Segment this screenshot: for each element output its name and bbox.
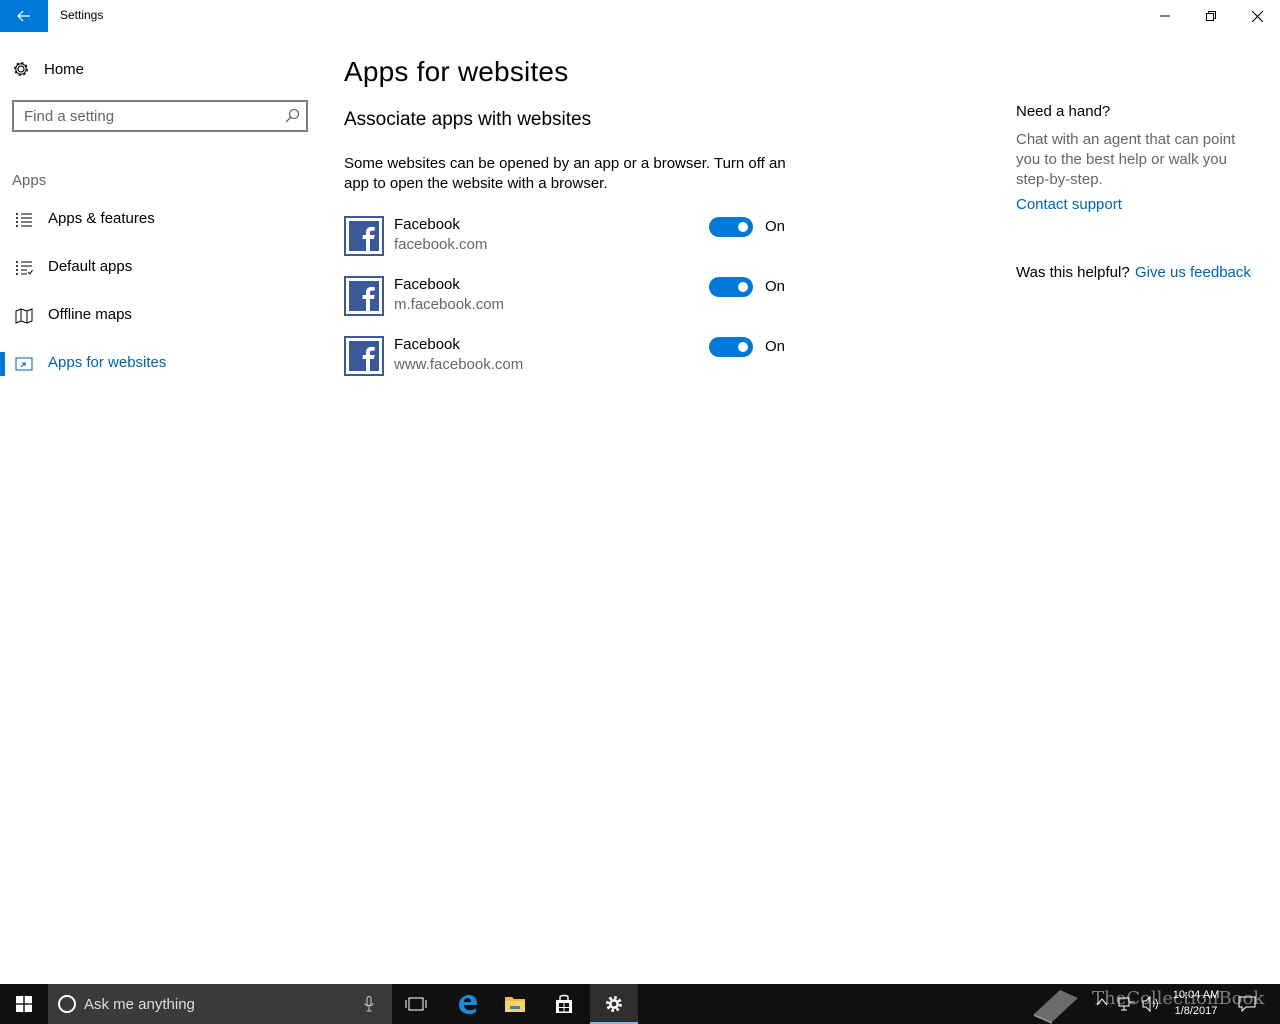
app-name: Facebook bbox=[394, 216, 460, 233]
minimize-icon bbox=[1160, 15, 1170, 17]
book-watermark-icon bbox=[1034, 990, 1078, 1024]
folder-icon bbox=[505, 997, 525, 1012]
back-button[interactable] bbox=[0, 0, 48, 32]
settings-gear-icon bbox=[606, 996, 622, 1012]
network-icon[interactable] bbox=[1118, 996, 1136, 1012]
map-icon bbox=[15, 308, 33, 324]
toggle-knob bbox=[738, 282, 748, 292]
restore-button[interactable] bbox=[1188, 0, 1234, 32]
sidebar-item-label: Apps for websites bbox=[48, 354, 167, 371]
sidebar: Home Apps Apps & features Default apps O… bbox=[0, 32, 320, 984]
back-arrow-icon bbox=[17, 10, 30, 22]
taskbar: TheCollectionBook 10:04 AM 1/8/2017 bbox=[0, 984, 1280, 1024]
facebook-icon bbox=[344, 216, 384, 256]
sidebar-item-label: Offline maps bbox=[48, 306, 132, 323]
toggle-switch[interactable] bbox=[709, 277, 753, 297]
help-title: Need a hand? bbox=[1016, 103, 1111, 120]
close-button[interactable] bbox=[1234, 0, 1280, 32]
clock-time: 10:04 AM bbox=[1172, 989, 1220, 1001]
cortana-input[interactable] bbox=[84, 995, 344, 1013]
windows-logo-icon bbox=[16, 996, 32, 1012]
page-title: Apps for websites bbox=[344, 56, 569, 87]
cortana-search-box[interactable] bbox=[48, 984, 392, 1024]
search-box[interactable] bbox=[12, 100, 308, 132]
active-indicator bbox=[0, 352, 5, 376]
app-row: Facebook www.facebook.com On bbox=[344, 336, 804, 384]
home-label: Home bbox=[44, 60, 85, 78]
app-row: Facebook facebook.com On bbox=[344, 216, 804, 264]
volume-icon[interactable] bbox=[1142, 996, 1160, 1012]
action-center-icon[interactable] bbox=[1238, 996, 1256, 1012]
window-title: Settings bbox=[60, 8, 104, 22]
file-explorer-button[interactable] bbox=[491, 984, 539, 1024]
toggle-switch[interactable] bbox=[709, 217, 753, 237]
sidebar-item-apps-features[interactable]: Apps & features bbox=[0, 200, 320, 240]
helpful-label: Was this helpful? bbox=[1016, 264, 1130, 281]
section-subtitle: Associate apps with websites bbox=[344, 109, 592, 130]
section-label: Apps bbox=[12, 172, 47, 189]
minimize-button[interactable] bbox=[1142, 0, 1188, 32]
apps-websites-icon bbox=[15, 357, 33, 371]
toggle-label: On bbox=[765, 338, 786, 355]
contact-support-link[interactable]: Contact support bbox=[1016, 196, 1122, 213]
edge-icon bbox=[459, 995, 477, 1014]
app-url: facebook.com bbox=[394, 236, 488, 253]
search-icon bbox=[285, 108, 300, 123]
toggle-knob bbox=[738, 222, 748, 232]
default-apps-icon bbox=[16, 261, 33, 275]
search-input[interactable] bbox=[24, 107, 274, 125]
restore-icon bbox=[1206, 11, 1216, 21]
toggle-knob bbox=[738, 342, 748, 352]
gear-icon bbox=[14, 62, 28, 76]
clock-date: 1/8/2017 bbox=[1174, 1005, 1218, 1017]
feedback-link[interactable]: Give us feedback bbox=[1135, 264, 1251, 281]
app-name: Facebook bbox=[394, 276, 460, 293]
home-nav-item[interactable]: Home bbox=[12, 58, 84, 80]
task-view-icon bbox=[405, 997, 427, 1011]
list-icon bbox=[16, 213, 32, 227]
help-text: Chat with an agent that can point you to… bbox=[1016, 131, 1236, 188]
app-row: Facebook m.facebook.com On bbox=[344, 276, 804, 324]
sidebar-item-label: Apps & features bbox=[48, 210, 155, 227]
sidebar-item-apps-for-websites[interactable]: Apps for websites bbox=[0, 344, 320, 384]
app-url: m.facebook.com bbox=[394, 296, 505, 313]
start-button[interactable] bbox=[0, 984, 48, 1024]
app-url: www.facebook.com bbox=[394, 356, 524, 373]
sidebar-item-default-apps[interactable]: Default apps bbox=[0, 248, 320, 288]
facebook-icon bbox=[344, 276, 384, 316]
edge-button[interactable] bbox=[443, 984, 491, 1024]
close-icon bbox=[1251, 10, 1263, 22]
store-icon bbox=[556, 994, 572, 1013]
title-bar: Settings bbox=[0, 0, 1280, 32]
store-button[interactable] bbox=[540, 984, 588, 1024]
sidebar-item-label: Default apps bbox=[48, 258, 133, 275]
cortana-icon bbox=[58, 995, 76, 1013]
app-name: Facebook bbox=[394, 336, 460, 353]
facebook-icon bbox=[344, 336, 384, 376]
toggle-label: On bbox=[765, 278, 786, 295]
clock[interactable]: 10:04 AM 1/8/2017 bbox=[1170, 987, 1222, 1019]
sidebar-item-offline-maps[interactable]: Offline maps bbox=[0, 296, 320, 336]
task-view-button[interactable] bbox=[392, 984, 440, 1024]
microphone-icon[interactable] bbox=[364, 996, 374, 1012]
toggle-label: On bbox=[765, 218, 786, 235]
chevron-up-icon[interactable] bbox=[1096, 997, 1108, 1007]
toggle-switch[interactable] bbox=[709, 337, 753, 357]
section-description: Some websites can be opened by an app or… bbox=[344, 155, 786, 192]
settings-taskbar-button[interactable] bbox=[590, 984, 638, 1024]
